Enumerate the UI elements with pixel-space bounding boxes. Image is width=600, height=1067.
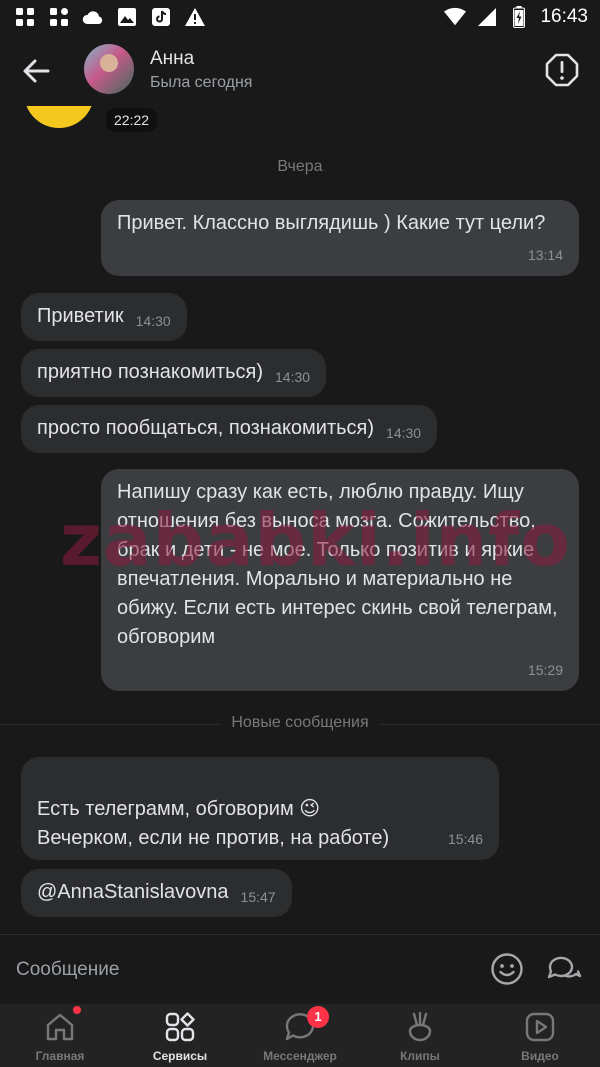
new-messages-label: Новые сообщения (219, 714, 381, 732)
message-time: 14:30 (135, 313, 171, 329)
wifi-icon (444, 6, 467, 28)
tab-services[interactable]: Сервисы (120, 1004, 240, 1067)
tab-label: Главная (35, 1049, 85, 1063)
image-icon (116, 6, 138, 28)
status-time: 16:43 (540, 6, 588, 27)
contact-status: Была сегодня (150, 74, 253, 91)
back-button[interactable] (20, 54, 54, 88)
message-time: 14:30 (275, 369, 311, 385)
message-text: Есть телеграмм, обговорим 😉 Вечерком, ес… (37, 798, 390, 849)
message-text: Привет. Классно выглядишь ) Какие тут це… (117, 212, 546, 234)
signal-icon (476, 6, 498, 28)
message-time: 15:47 (240, 889, 276, 905)
grid-app-icon-2 (48, 6, 70, 28)
new-messages-separator: Новые сообщения (0, 714, 600, 734)
chat-bubbles-icon (547, 956, 582, 979)
tiktok-icon (150, 6, 172, 28)
home-icon (46, 1013, 74, 1041)
message-incoming[interactable]: приятно познакомиться) 14:30 (21, 349, 327, 397)
message-outgoing[interactable]: Напишу сразу как есть, люблю правду. Ищу… (101, 469, 579, 691)
message-text: просто пообщаться, познакомиться) (37, 417, 375, 439)
report-button[interactable] (544, 52, 580, 88)
tab-label: Видео (521, 1049, 559, 1063)
emoji-button[interactable] (490, 952, 524, 986)
grid-app-icon (14, 6, 36, 28)
smiley-icon (491, 953, 523, 985)
message-incoming[interactable]: просто пообщаться, познакомиться) 14:30 (21, 405, 438, 453)
message-incoming[interactable]: Приветик 14:30 (21, 293, 187, 341)
sticker-time: 22:22 (106, 108, 158, 132)
chat-bubbles-button[interactable] (546, 952, 582, 986)
tab-messenger[interactable]: 1 Мессенджер (240, 1004, 360, 1067)
status-bar: 16:43 (0, 0, 600, 34)
clips-icon (408, 1011, 432, 1042)
exclamation-octagon-icon (545, 53, 579, 87)
message-text: @AnnaStanislavovna (37, 881, 229, 903)
message-time: 14:30 (386, 425, 422, 441)
arrow-left-icon (23, 59, 50, 83)
warning-icon (184, 6, 206, 28)
chat-history[interactable]: 22:22 Вчера Привет. Классно выглядишь ) … (0, 106, 600, 934)
message-outgoing[interactable]: Привет. Классно выглядишь ) Какие тут це… (101, 200, 579, 276)
message-text: Приветик (37, 305, 124, 327)
message-text: приятно познакомиться) (37, 361, 263, 383)
sticker-smiley[interactable] (24, 106, 94, 128)
status-left-icons (14, 6, 206, 28)
chat-header: Анна Была сегодня (0, 34, 600, 106)
message-time: 13:14 (527, 247, 563, 263)
cloud-icon (82, 6, 104, 28)
tab-label: Сервисы (152, 1049, 208, 1063)
message-time: 15:46 (447, 831, 483, 847)
status-right-icons: 16:43 (444, 6, 588, 28)
contact-name[interactable]: Анна (150, 48, 194, 70)
bottom-tab-bar: Главная Сервисы 1 Мессенджер Клипы Видео (0, 1004, 600, 1067)
video-icon (525, 1012, 555, 1042)
services-icon (165, 1012, 195, 1042)
avatar[interactable] (84, 44, 134, 94)
message-text: Напишу сразу как есть, люблю правду. Ищу… (117, 481, 558, 648)
message-time: 15:29 (527, 662, 563, 678)
tab-label: Мессенджер (263, 1049, 337, 1063)
notification-dot (73, 1006, 81, 1014)
tab-home[interactable]: Главная (0, 1004, 120, 1067)
tab-label: Клипы (400, 1049, 440, 1063)
message-input[interactable] (16, 951, 456, 989)
message-incoming[interactable]: @AnnaStanislavovna 15:47 (21, 869, 292, 917)
tab-clips[interactable]: Клипы (360, 1004, 480, 1067)
message-composer (0, 934, 600, 1004)
battery-icon (508, 6, 530, 28)
date-separator: Вчера (277, 158, 323, 175)
message-incoming[interactable]: Есть телеграмм, обговорим 😉 Вечерком, ес… (21, 757, 499, 860)
tab-video[interactable]: Видео (480, 1004, 600, 1067)
unread-badge: 1 (307, 1006, 329, 1028)
